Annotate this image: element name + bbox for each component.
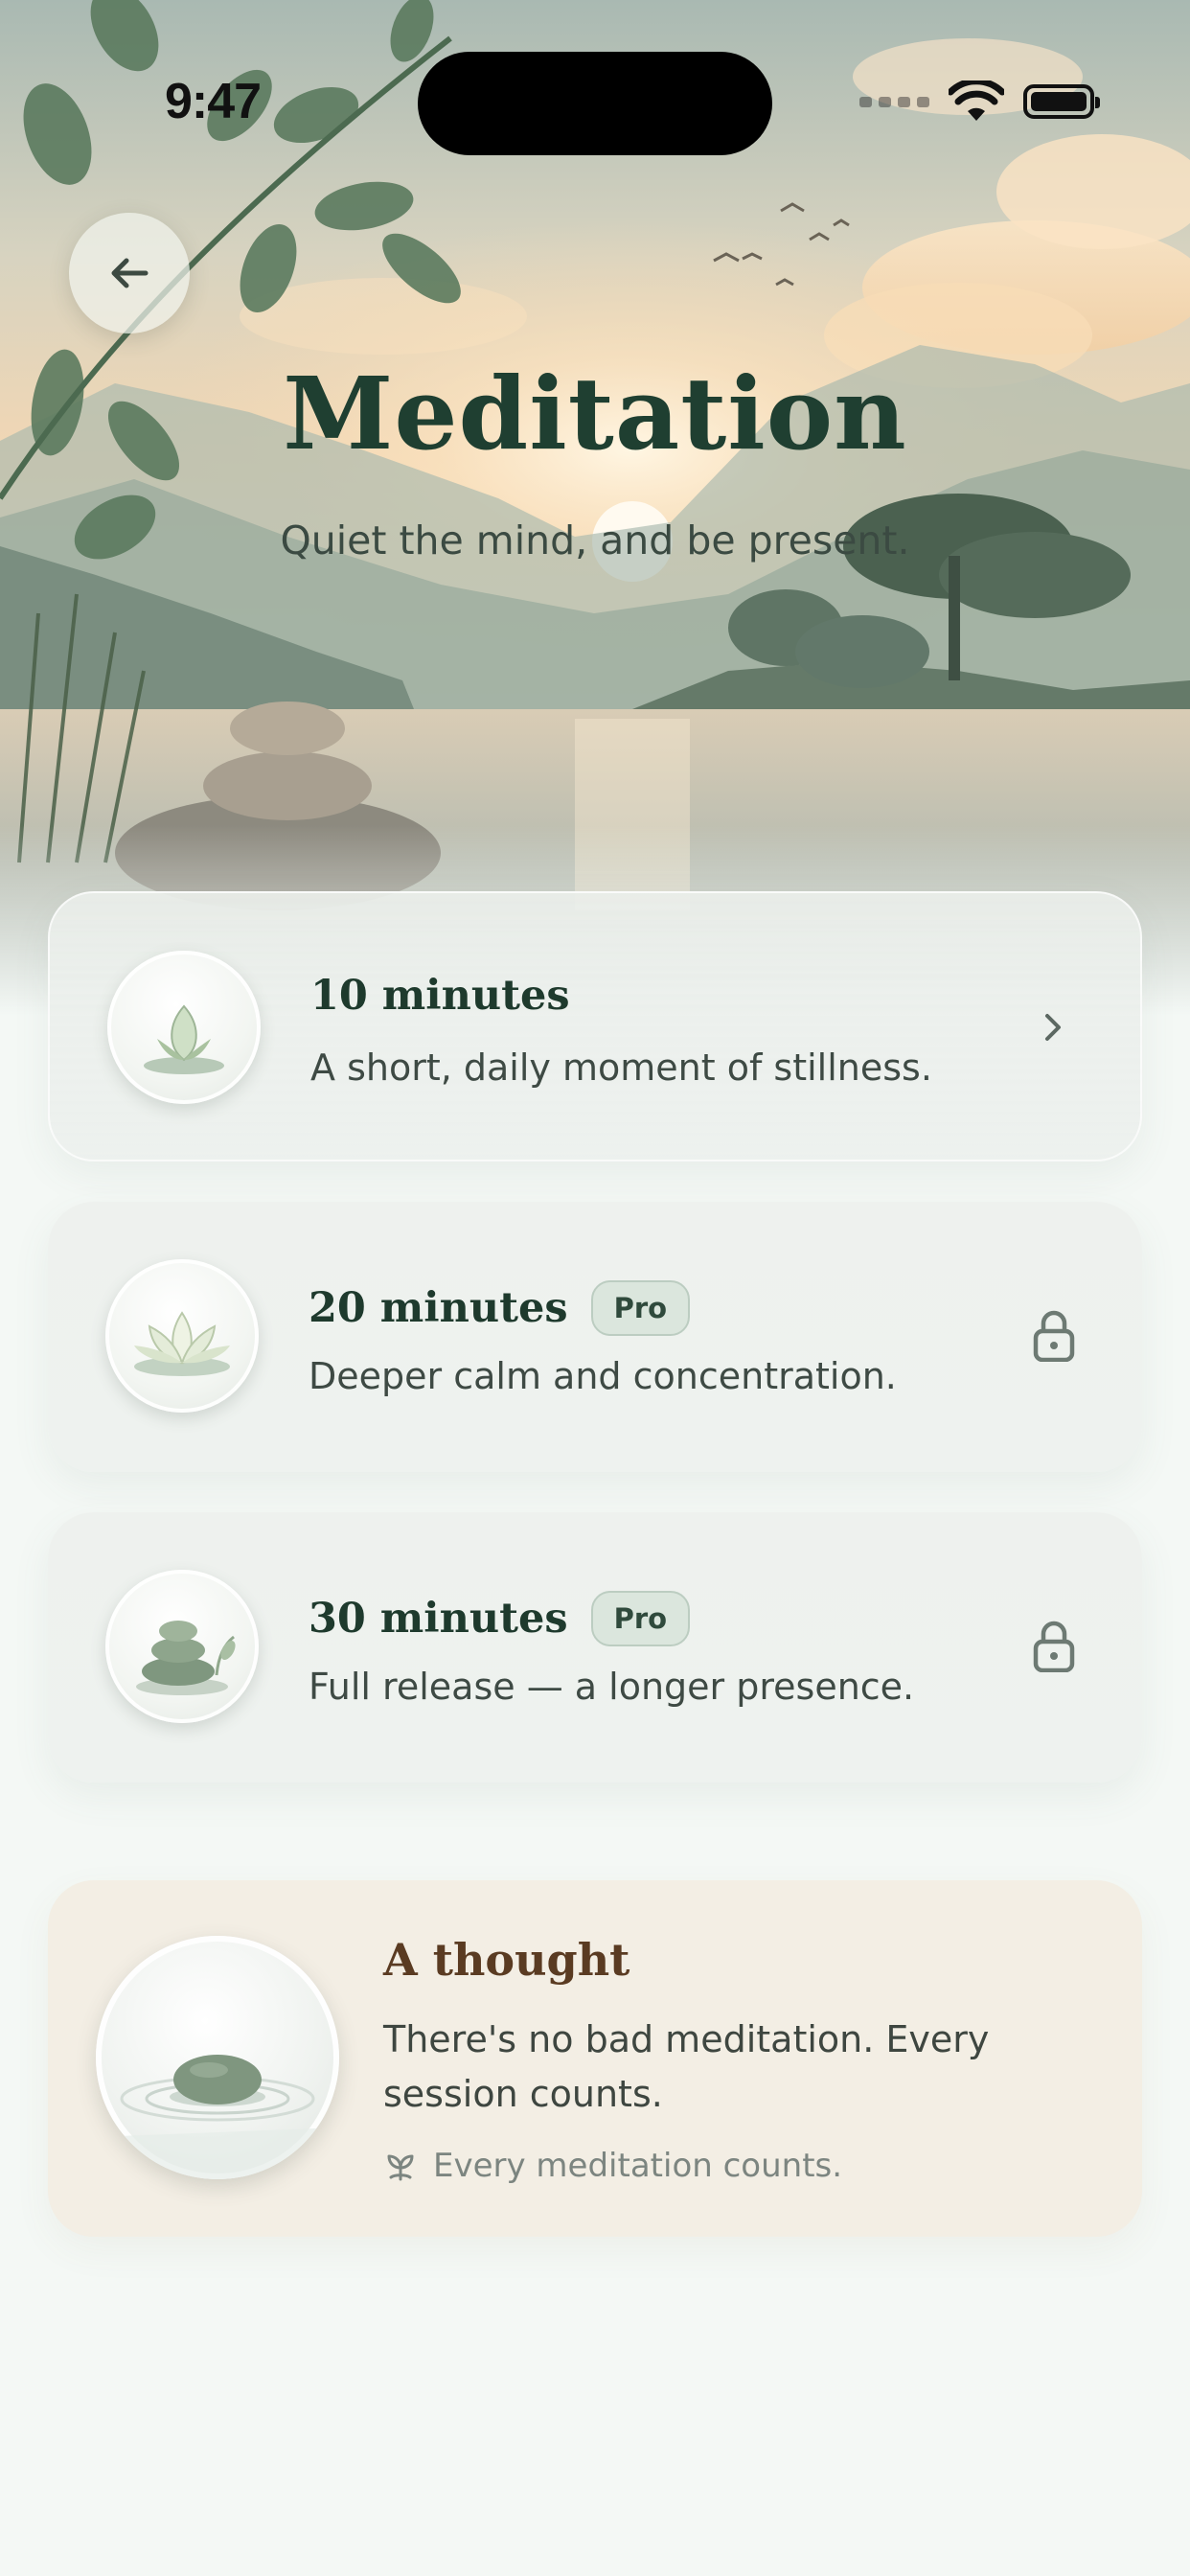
stacked-stones-icon bbox=[105, 1570, 259, 1723]
thought-card: A thought There's no bad meditation. Eve… bbox=[48, 1880, 1142, 2237]
card-title: 20 minutes bbox=[309, 1284, 568, 1332]
card-description: Deeper calm and concentration. bbox=[309, 1355, 897, 1397]
back-button[interactable] bbox=[69, 213, 190, 334]
lotus-bud-icon bbox=[107, 951, 261, 1104]
session-card-20-minutes[interactable]: 20 minutes Pro Deeper calm and concentra… bbox=[48, 1202, 1142, 1472]
card-title: 10 minutes bbox=[310, 972, 570, 1020]
thought-body: There's no bad meditation. Every session… bbox=[383, 2018, 990, 2115]
lock-icon bbox=[1025, 1307, 1083, 1365]
signal-icon bbox=[859, 96, 929, 107]
dynamic-island bbox=[418, 52, 772, 155]
lotus-flower-icon bbox=[105, 1259, 259, 1413]
pro-badge: Pro bbox=[590, 1591, 691, 1646]
wifi-icon bbox=[949, 80, 1004, 121]
hero-banner: 9:47 Meditation Quiet the mind, and be p… bbox=[0, 0, 1190, 1016]
page-title: Meditation bbox=[283, 355, 907, 472]
card-description: Full release — a longer presence. bbox=[309, 1666, 915, 1708]
card-title: 30 minutes bbox=[309, 1595, 568, 1643]
session-card-30-minutes[interactable]: 30 minutes Pro Full release — a longer p… bbox=[48, 1512, 1142, 1782]
arrow-left-icon bbox=[111, 258, 149, 288]
card-title-row: 20 minutes Pro bbox=[309, 1280, 691, 1336]
thought-footer: Every meditation counts. bbox=[383, 2147, 842, 2185]
lock-icon bbox=[1025, 1618, 1083, 1675]
card-description: A short, daily moment of stillness. bbox=[310, 1046, 932, 1089]
sprout-icon bbox=[387, 2154, 414, 2181]
status-time: 9:47 bbox=[165, 74, 262, 129]
page-subtitle: Quiet the mind, and be present. bbox=[280, 518, 910, 564]
pro-badge: Pro bbox=[590, 1280, 691, 1336]
battery-icon bbox=[1023, 84, 1100, 119]
chevron-right-icon bbox=[1023, 999, 1081, 1056]
card-title-row: 30 minutes Pro bbox=[309, 1591, 691, 1646]
session-card-10-minutes[interactable]: 10 minutes A short, daily moment of stil… bbox=[48, 891, 1142, 1162]
meditation-screen: 9:47 Meditation Quiet the mind, and be p… bbox=[0, 0, 1190, 2576]
card-title-row: 10 minutes bbox=[310, 972, 570, 1020]
status-indicators bbox=[859, 80, 1100, 123]
thought-title: A thought bbox=[383, 1934, 630, 1986]
water-stone-icon bbox=[96, 1936, 339, 2179]
thought-footer-text: Every meditation counts. bbox=[433, 2147, 843, 2185]
